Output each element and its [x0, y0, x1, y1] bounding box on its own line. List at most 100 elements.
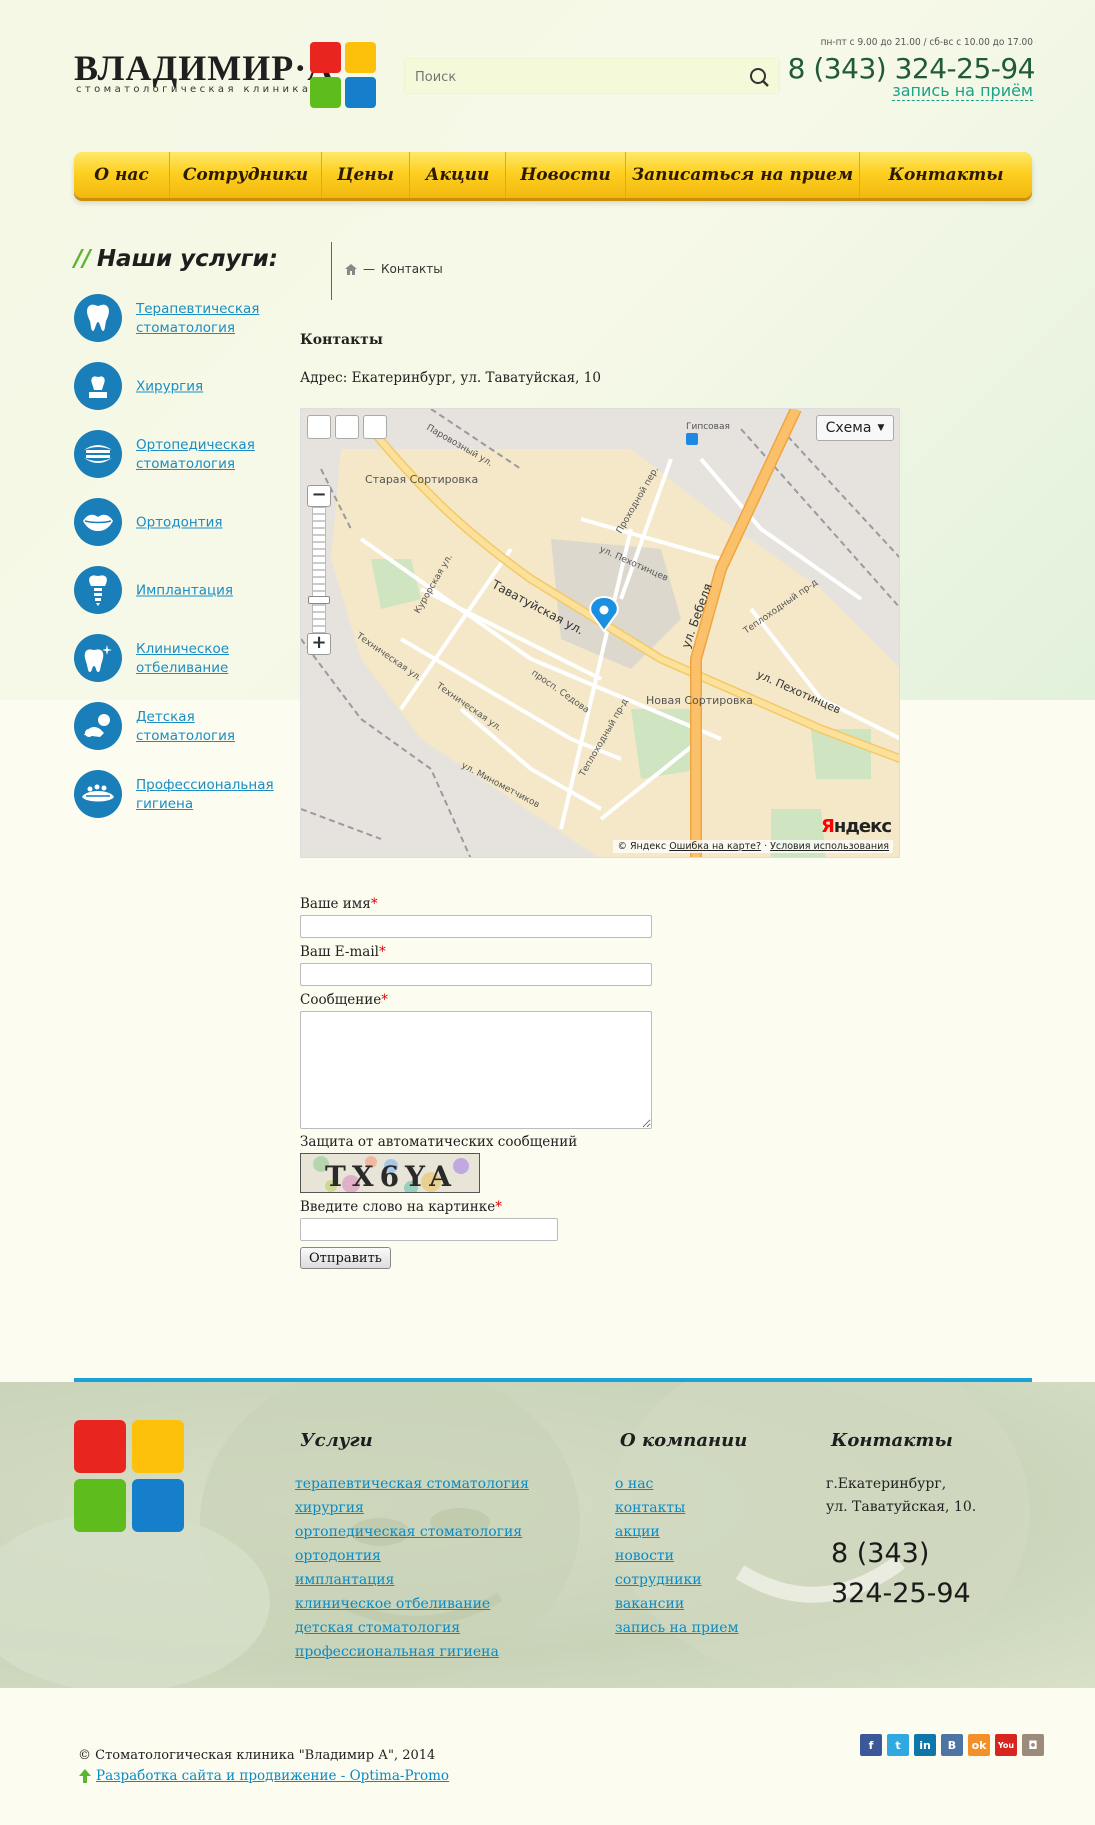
ruler-icon[interactable] — [363, 415, 387, 439]
service-label[interactable]: Имплантация — [136, 582, 286, 601]
footer-link[interactable]: акции — [615, 1520, 738, 1544]
captcha-input[interactable] — [300, 1218, 558, 1241]
yandex-logo[interactable]: Яндекс — [821, 816, 892, 837]
map-terms-link[interactable]: Условия использования — [770, 841, 889, 852]
logo-squares[interactable] — [310, 42, 376, 108]
whitening-tooth-icon — [74, 634, 122, 682]
footer-link[interactable]: терапевтическая стоматология — [295, 1472, 529, 1496]
service-label[interactable]: Ортодонтия — [136, 514, 286, 533]
footer-link[interactable]: профессиональная гигиена — [295, 1640, 529, 1664]
logo-subtitle: стоматологическая клиника — [76, 84, 312, 95]
hand-drag-icon[interactable] — [307, 415, 331, 439]
footer-logo — [74, 1420, 184, 1532]
footer-link[interactable]: запись на прием — [615, 1616, 738, 1640]
breadcrumb-current: Контакты — [381, 262, 443, 276]
developer-link[interactable]: Разработка сайта и продвижение - Optima-… — [78, 1768, 449, 1784]
footer-link[interactable]: сотрудники — [615, 1568, 738, 1592]
service-item-orthopedic[interactable]: Ортопедическая стоматология — [74, 430, 304, 480]
zoom-slider-thumb[interactable] — [308, 596, 330, 604]
menu-item-appointment[interactable]: Записаться на прием — [626, 152, 860, 198]
logo-square-green — [310, 77, 341, 108]
service-label[interactable]: Профессиональная гигиена — [136, 776, 286, 814]
map-error-link[interactable]: Ошибка на карте? — [669, 841, 761, 852]
service-label[interactable]: Клиническое отбеливание — [136, 640, 286, 678]
facebook-icon[interactable]: f — [860, 1734, 882, 1756]
footer-square-green — [74, 1479, 126, 1532]
map-type-select[interactable]: Схема ▼ — [816, 415, 894, 441]
footer-square-blue — [132, 1479, 184, 1532]
service-label[interactable]: Хирургия — [136, 378, 286, 397]
service-item-surgery[interactable]: Хирургия — [74, 362, 304, 412]
service-item-pediatric[interactable]: Детская стоматология — [74, 702, 304, 752]
menu-item-contacts[interactable]: Контакты — [860, 152, 1032, 198]
map-canvas[interactable]: Старая Сортировка Гипсовая Таватуйская у… — [301, 409, 900, 858]
footer-link[interactable]: ортодонтия — [295, 1544, 529, 1568]
service-label[interactable]: Терапевтическая стоматология — [136, 300, 286, 338]
zoom-control: − + — [307, 485, 331, 655]
zoom-box-icon[interactable] — [335, 415, 359, 439]
child-icon — [74, 702, 122, 750]
service-item-implantation[interactable]: Имплантация — [74, 566, 304, 616]
footer-link[interactable]: имплантация — [295, 1568, 529, 1592]
svg-text:TX6YA: TX6YA — [325, 1160, 457, 1193]
zoom-out-button[interactable]: − — [307, 485, 331, 507]
menu-item-news[interactable]: Новости — [506, 152, 626, 198]
appointment-link[interactable]: запись на приём — [892, 82, 1033, 101]
footer-link[interactable]: о нас — [615, 1472, 738, 1496]
footer-link[interactable]: вакансии — [615, 1592, 738, 1616]
message-label: Сообщение* — [300, 992, 388, 1008]
menu-item-staff[interactable]: Сотрудники — [170, 152, 322, 198]
footer-link[interactable]: ортопедическая стоматология — [295, 1520, 529, 1544]
lips-icon — [74, 498, 122, 546]
instagram-icon[interactable]: ◘ — [1022, 1734, 1044, 1756]
menu-item-about[interactable]: О нас — [74, 152, 170, 198]
svg-text:Новая Сортировка: Новая Сортировка — [646, 694, 753, 707]
social-links: f t in B ok You ◘ — [860, 1734, 1044, 1756]
svg-text:Гипсовая: Гипсовая — [686, 422, 730, 432]
menu-item-promotions[interactable]: Акции — [410, 152, 506, 198]
footer-link[interactable]: контакты — [615, 1496, 738, 1520]
service-item-orthodontics[interactable]: Ортодонтия — [74, 498, 304, 548]
breadcrumb-divider — [331, 242, 332, 300]
footer-phone: 8 (343) 324-25-94 — [831, 1538, 971, 1609]
home-icon[interactable] — [345, 263, 357, 275]
linkedin-icon[interactable]: in — [914, 1734, 936, 1756]
service-label[interactable]: Детская стоматология — [136, 708, 286, 746]
name-label: Ваше имя* — [300, 896, 378, 912]
logo-square-yellow — [345, 42, 376, 73]
service-label[interactable]: Ортопедическая стоматология — [136, 436, 286, 474]
youtube-icon[interactable]: You — [995, 1734, 1017, 1756]
service-item-hygiene[interactable]: Профессиональная гигиена — [74, 770, 304, 820]
address-text: Адрес: Екатеринбург, ул. Таватуйская, 10 — [300, 370, 601, 386]
service-item-whitening[interactable]: Клиническое отбеливание — [74, 634, 304, 684]
logo-square-red — [310, 42, 341, 73]
twitter-icon[interactable]: t — [887, 1734, 909, 1756]
email-field[interactable] — [300, 963, 652, 986]
captcha-title: Защита от автоматических сообщений — [300, 1134, 578, 1150]
menu-item-prices[interactable]: Цены — [322, 152, 410, 198]
service-item-therapeutic[interactable]: Терапевтическая стоматология — [74, 294, 304, 344]
footer-link[interactable]: хирургия — [295, 1496, 529, 1520]
main-menu: О нас Сотрудники Цены Акции Новости Запи… — [74, 152, 1032, 198]
yandex-map[interactable]: Старая Сортировка Гипсовая Таватуйская у… — [300, 408, 900, 858]
services-heading: //Наши услуги: — [74, 246, 278, 272]
footer-company-list: о нас контакты акции новости сотрудники … — [615, 1472, 738, 1640]
search-input[interactable] — [415, 67, 715, 87]
footer-link[interactable]: детская стоматология — [295, 1616, 529, 1640]
logo-text[interactable]: ВЛАДИМИР·А — [74, 50, 334, 86]
breadcrumb-separator: — — [363, 262, 375, 276]
page-title: Контакты — [300, 332, 383, 348]
odnoklassniki-icon[interactable]: ok — [968, 1734, 990, 1756]
tooth-icon — [74, 294, 122, 342]
search-icon[interactable] — [749, 67, 769, 87]
working-hours: пн-пт с 9.00 до 21.00 / сб-вс с 10.00 до… — [820, 37, 1033, 48]
submit-button[interactable]: Отправить — [300, 1247, 391, 1269]
vkontakte-icon[interactable]: B — [941, 1734, 963, 1756]
name-field[interactable] — [300, 915, 652, 938]
footer-link[interactable]: новости — [615, 1544, 738, 1568]
footer-company-title: О компании — [620, 1430, 748, 1451]
footer-link[interactable]: клиническое отбеливание — [295, 1592, 529, 1616]
zoom-slider[interactable] — [312, 507, 326, 633]
zoom-in-button[interactable]: + — [307, 633, 331, 655]
message-field[interactable] — [300, 1011, 652, 1129]
